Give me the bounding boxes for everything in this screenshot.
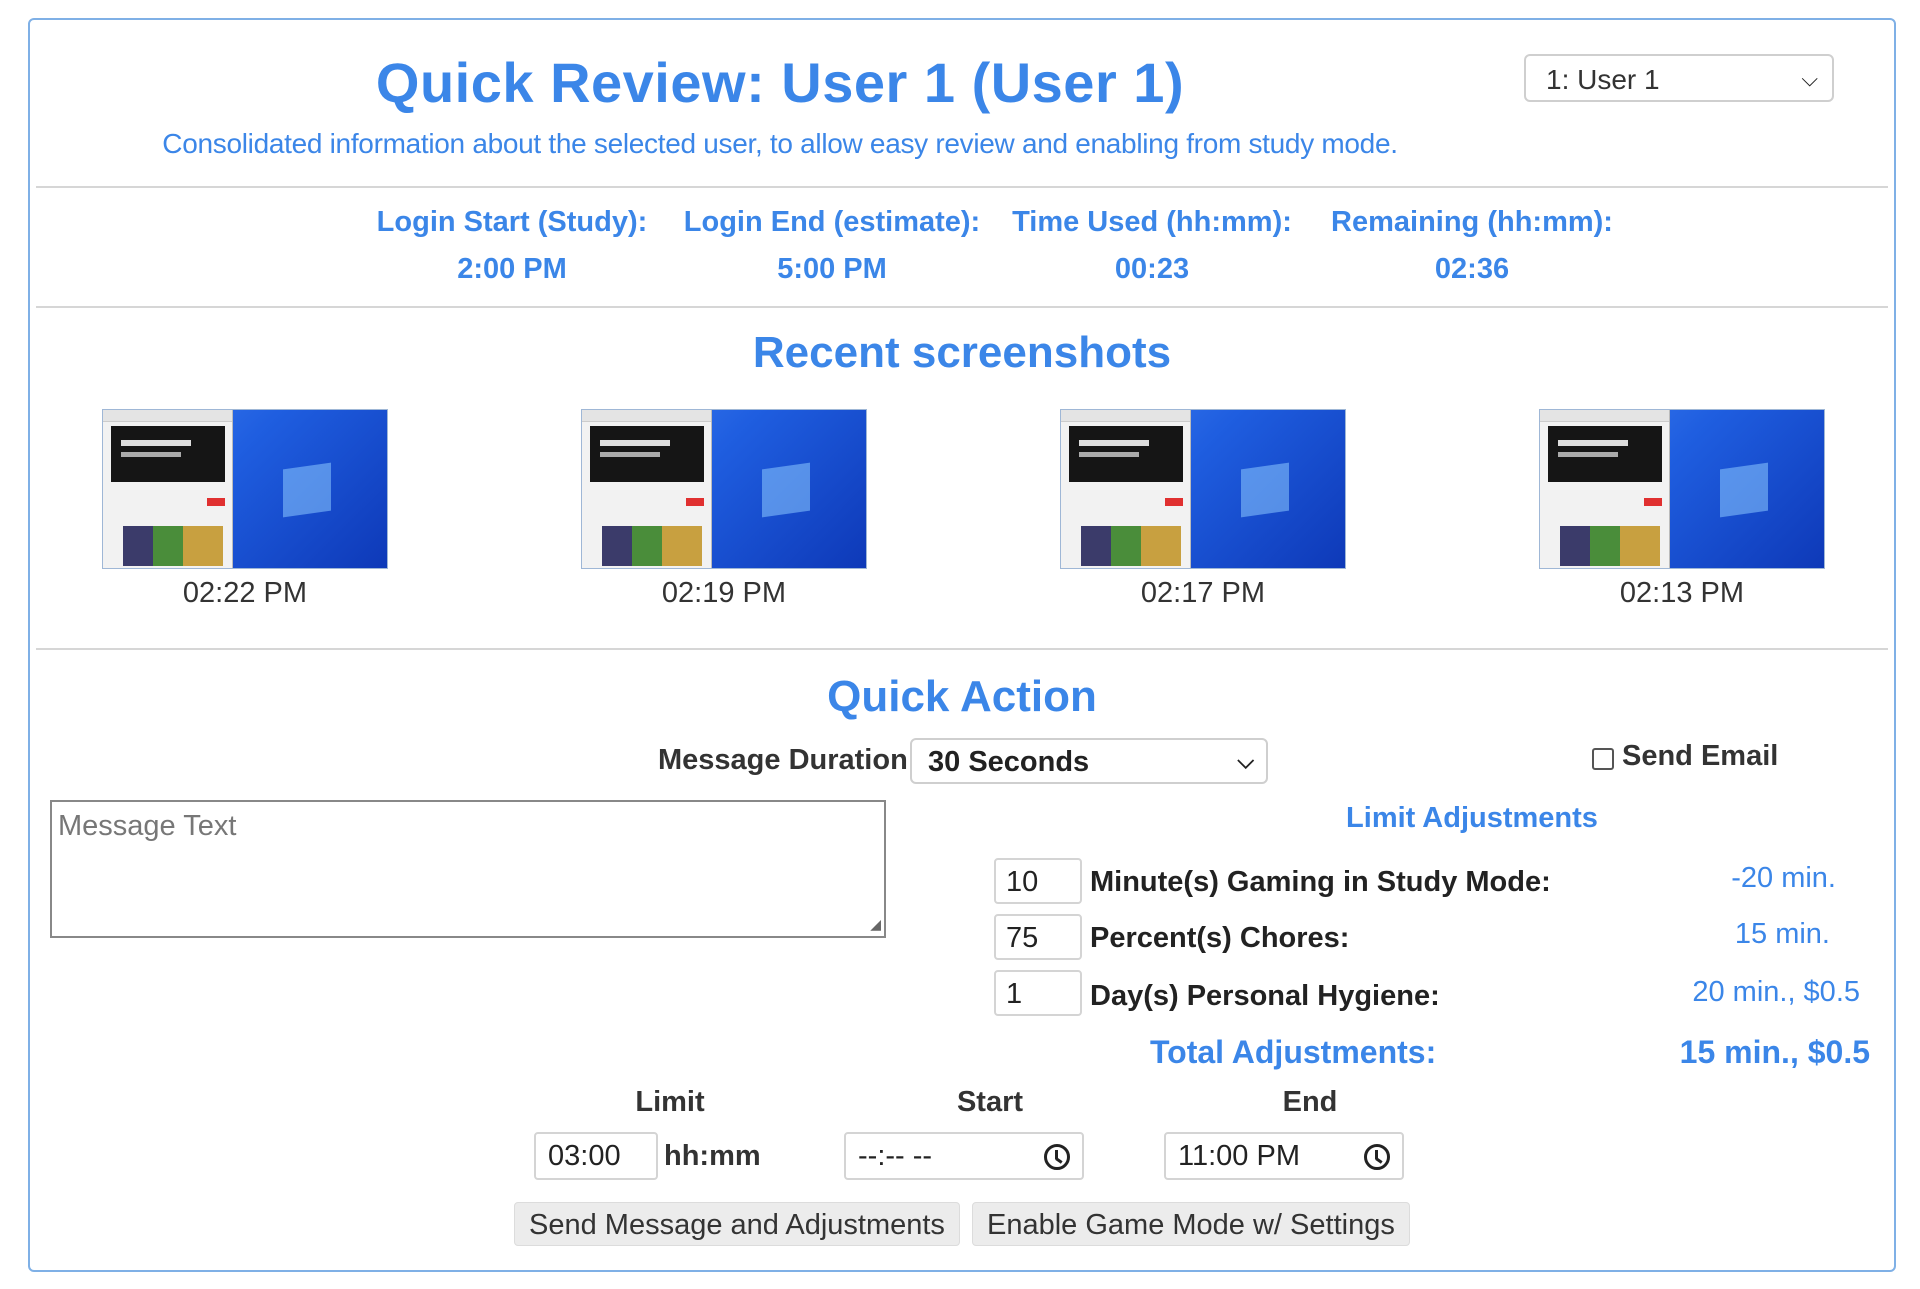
screenshot-thumbnail[interactable] xyxy=(1539,409,1825,569)
quick-action-title: Quick Action xyxy=(827,672,1097,721)
stat-remaining: Remaining (hh:mm): 02:36 xyxy=(1322,206,1622,286)
end-time-input[interactable]: 11:00 PM xyxy=(1164,1132,1404,1180)
limit-time-input[interactable]: 03:00 xyxy=(534,1132,658,1180)
screenshot-thumbnail[interactable] xyxy=(102,409,388,569)
start-time-input[interactable]: --:-- -- xyxy=(844,1132,1084,1180)
start-label: Start xyxy=(956,1086,1024,1118)
page-title: Quick Review: User 1 (User 1) xyxy=(375,51,1185,114)
screenshot-item[interactable]: 02:22 PM xyxy=(102,409,388,610)
quick-review-panel: Quick Review: User 1 (User 1) 1: User 1 … xyxy=(28,18,1896,1272)
screenshots-title: Recent screenshots xyxy=(752,328,1172,377)
page-subtitle: Consolidated information about the selec… xyxy=(162,128,1398,159)
chores-percent-label: Percent(s) Chores: xyxy=(1090,922,1350,954)
stat-time-used: Time Used (hh:mm): 00:23 xyxy=(1002,206,1302,286)
screenshot-time: 02:22 PM xyxy=(182,577,308,609)
stat-value: 02:36 xyxy=(1434,253,1510,285)
screenshot-item[interactable]: 02:17 PM xyxy=(1060,409,1346,610)
stat-login-start: Login Start (Study): 2:00 PM xyxy=(362,206,662,286)
send-email-checkbox[interactable] xyxy=(1592,748,1614,770)
clock-icon[interactable] xyxy=(1044,1144,1070,1170)
message-text-area[interactable]: Message Text ◢ xyxy=(50,800,886,938)
total-adjustments-value: 15 min., $0.5 xyxy=(1679,1034,1870,1070)
limit-unit-label: hh:mm xyxy=(664,1140,761,1172)
hygiene-days-input[interactable]: 1 xyxy=(994,970,1082,1016)
stat-label: Time Used (hh:mm): xyxy=(1012,206,1292,238)
stat-value: 2:00 PM xyxy=(457,253,567,285)
message-duration-value: 30 Seconds xyxy=(928,746,1090,778)
user-select[interactable]: 1: User 1 ⌵ xyxy=(1524,54,1834,102)
chevron-down-icon: ⌵ xyxy=(1237,748,1254,773)
end-label: End xyxy=(1282,1086,1338,1118)
screenshot-time: 02:19 PM xyxy=(661,577,787,609)
stat-value: 00:23 xyxy=(1114,253,1190,285)
stat-label: Remaining (hh:mm): xyxy=(1331,206,1613,238)
send-email-label: Send Email xyxy=(1622,740,1779,772)
windows-logo-icon xyxy=(1720,462,1768,518)
screenshot-item[interactable]: 02:19 PM xyxy=(581,409,867,610)
hygiene-days-result: 20 min., $0.5 xyxy=(1692,976,1860,1008)
screenshot-time: 02:13 PM xyxy=(1619,577,1745,609)
enable-game-mode-button[interactable]: Enable Game Mode w/ Settings xyxy=(972,1202,1410,1246)
chores-percent-input[interactable]: 75 xyxy=(994,914,1082,960)
stat-label: Login Start (Study): xyxy=(376,206,648,238)
total-adjustments-label: Total Adjustments: xyxy=(1150,1034,1437,1070)
chevron-down-icon: ⌵ xyxy=(1801,66,1818,91)
gaming-minutes-result: -20 min. xyxy=(1731,862,1836,894)
limit-adjustments-title: Limit Adjustments xyxy=(1346,802,1598,834)
message-placeholder: Message Text xyxy=(58,810,237,842)
limit-label: Limit xyxy=(635,1086,705,1118)
windows-logo-icon xyxy=(283,462,331,518)
hygiene-days-label: Day(s) Personal Hygiene: xyxy=(1090,980,1440,1012)
clock-icon[interactable] xyxy=(1364,1144,1390,1170)
gaming-minutes-input[interactable]: 10 xyxy=(994,858,1082,904)
stat-login-end: Login End (estimate): 5:00 PM xyxy=(682,206,982,286)
resize-handle-icon[interactable]: ◢ xyxy=(870,916,881,933)
start-time-value: --:-- -- xyxy=(858,1140,933,1172)
message-duration-label: Message Duration xyxy=(658,744,908,776)
divider xyxy=(36,306,1888,308)
windows-logo-icon xyxy=(1241,462,1289,518)
divider xyxy=(36,186,1888,188)
user-select-value: 1: User 1 xyxy=(1546,64,1660,95)
screenshot-item[interactable]: 02:13 PM xyxy=(1539,409,1825,610)
chores-percent-result: 15 min. xyxy=(1734,918,1830,950)
windows-logo-icon xyxy=(762,462,810,518)
divider xyxy=(36,648,1888,650)
stat-value: 5:00 PM xyxy=(777,253,887,285)
screenshot-thumbnail[interactable] xyxy=(581,409,867,569)
screenshot-time: 02:17 PM xyxy=(1140,577,1266,609)
send-message-button[interactable]: Send Message and Adjustments xyxy=(514,1202,960,1246)
gaming-minutes-label: Minute(s) Gaming in Study Mode: xyxy=(1090,866,1551,898)
screenshot-thumbnail[interactable] xyxy=(1060,409,1346,569)
stat-label: Login End (estimate): xyxy=(683,206,981,238)
message-duration-select[interactable]: 30 Seconds ⌵ xyxy=(910,738,1268,784)
end-time-value: 11:00 PM xyxy=(1178,1140,1300,1172)
